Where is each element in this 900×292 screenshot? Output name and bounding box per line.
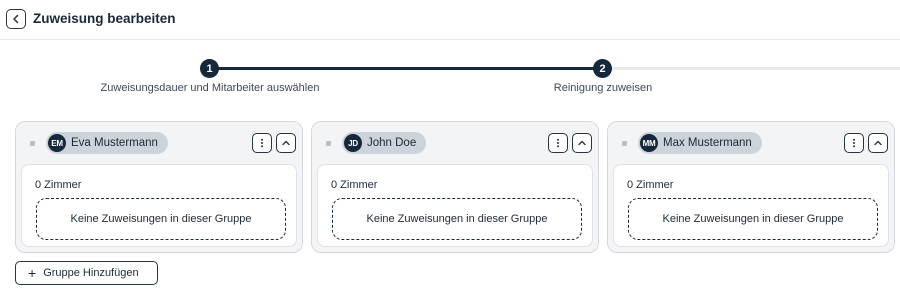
chevron-left-icon (13, 14, 19, 24)
group-menu-button[interactable] (844, 133, 864, 153)
chevron-up-icon (282, 140, 290, 146)
assignment-dropzone[interactable]: Keine Zuweisungen in dieser Gruppe (332, 198, 582, 240)
step-1-label: Zuweisungsdauer und Mitarbeiter auswähle… (100, 82, 320, 94)
drag-handle-icon[interactable] (30, 141, 35, 146)
avatar: JD (344, 134, 362, 152)
stepper: 1 Zuweisungsdauer und Mitarbeiter auswäh… (0, 44, 900, 114)
group-menu-button[interactable] (548, 133, 568, 153)
step-1-indicator[interactable]: 1 (200, 59, 219, 78)
room-count: 0 Zimmer (35, 179, 82, 191)
drag-handle-icon[interactable] (326, 141, 331, 146)
more-vertical-icon (261, 138, 263, 148)
add-group-label: Gruppe Hinzufügen (43, 267, 139, 279)
group-card-header: MM Max Mustermann (608, 122, 894, 164)
chevron-up-icon (874, 140, 882, 146)
employee-chip: EM Eva Mustermann (46, 132, 168, 154)
avatar: EM (48, 134, 66, 152)
step-2-label: Reinigung zuweisen (553, 82, 653, 94)
group-card: JD John Doe 0 Zimmer Keine Zuweisungen i… (311, 121, 599, 253)
group-card-header: JD John Doe (312, 122, 598, 164)
page-header: Zuweisung bearbeiten (0, 0, 900, 40)
employee-chip: MM Max Mustermann (638, 132, 762, 154)
room-count: 0 Zimmer (627, 179, 674, 191)
page-title: Zuweisung bearbeiten (33, 11, 176, 26)
group-card: MM Max Mustermann 0 Zimmer Keine Zuweisu… (607, 121, 895, 253)
step-2-indicator[interactable]: 2 (593, 59, 612, 78)
drag-handle-icon[interactable] (622, 141, 627, 146)
collapse-button[interactable] (868, 133, 888, 153)
collapse-button[interactable] (276, 133, 296, 153)
employee-name: Max Mustermann (663, 137, 752, 149)
employee-name: John Doe (367, 137, 417, 149)
assignment-dropzone[interactable]: Keine Zuweisungen in dieser Gruppe (628, 198, 878, 240)
employee-chip: JD John Doe (342, 132, 427, 154)
collapse-button[interactable] (572, 133, 592, 153)
add-group-button[interactable]: + Gruppe Hinzufügen (15, 261, 158, 285)
more-vertical-icon (557, 138, 559, 148)
chevron-up-icon (578, 140, 586, 146)
more-vertical-icon (853, 138, 855, 148)
back-button[interactable] (6, 9, 26, 29)
group-card-header: EM Eva Mustermann (16, 122, 302, 164)
room-count: 0 Zimmer (331, 179, 378, 191)
avatar: MM (640, 134, 658, 152)
group-card-body: 0 Zimmer Keine Zuweisungen in dieser Gru… (21, 164, 297, 247)
assignment-dropzone[interactable]: Keine Zuweisungen in dieser Gruppe (36, 198, 286, 240)
group-card-body: 0 Zimmer Keine Zuweisungen in dieser Gru… (317, 164, 593, 247)
stepper-remaining-track (602, 67, 900, 70)
employee-name: Eva Mustermann (71, 137, 158, 149)
group-menu-button[interactable] (252, 133, 272, 153)
group-card: EM Eva Mustermann 0 Zimmer Keine Zuweisu… (15, 121, 303, 253)
stepper-progress-track (210, 67, 602, 70)
plus-icon: + (28, 265, 37, 281)
group-card-body: 0 Zimmer Keine Zuweisungen in dieser Gru… (613, 164, 889, 247)
